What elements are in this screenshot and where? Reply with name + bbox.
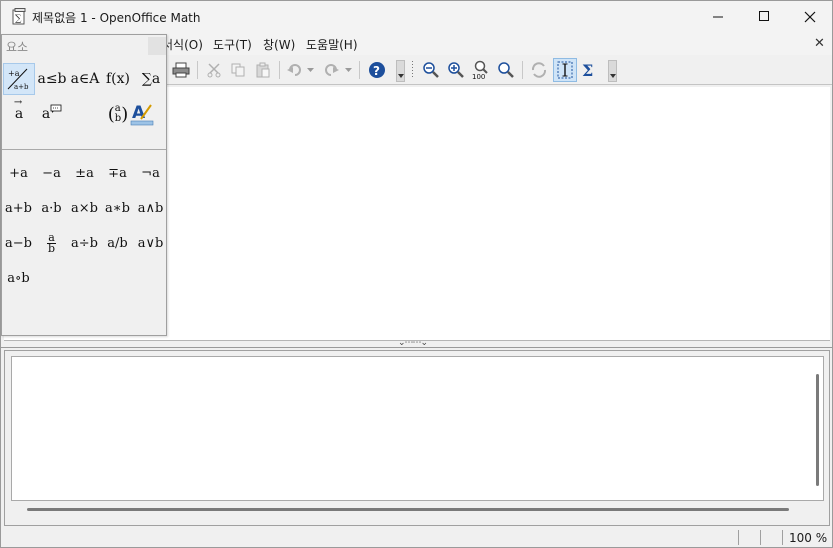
element-addition[interactable]: a+b <box>2 193 35 223</box>
element-multiplication[interactable]: a×b <box>68 193 101 223</box>
elements-panel-header[interactable]: 요소 <box>2 35 166 57</box>
element-plus-minus[interactable]: ±a <box>68 158 101 188</box>
fraction-denominator: b <box>47 241 56 255</box>
zoom-out-icon[interactable] <box>421 60 441 80</box>
svg-text:+a: +a <box>8 69 20 78</box>
zoom-in-icon[interactable] <box>446 60 466 80</box>
toolbar-grip[interactable] <box>412 61 413 79</box>
element-dot-product[interactable]: a·b <box>35 193 68 223</box>
copy-icon[interactable] <box>228 60 248 80</box>
elements-panel-title: 요소 <box>6 40 29 54</box>
element-negative[interactable]: −a <box>35 158 68 188</box>
toolbar-separator <box>279 61 280 79</box>
element-division[interactable]: a÷b <box>68 228 101 258</box>
formula-cursor-icon[interactable] <box>553 58 577 82</box>
pane-splitter[interactable]: ⌄⋯⋯⌄ <box>1 338 832 348</box>
update-icon[interactable] <box>529 60 549 80</box>
symbols-icon[interactable]: Σ <box>579 60 599 80</box>
elements-panel-divider <box>2 149 166 150</box>
math-document-icon: ∑ <box>12 8 26 25</box>
category-unary-binary-operators[interactable]: +a a+b <box>3 63 35 95</box>
toolbar-options-dropdown-2[interactable] <box>608 60 617 82</box>
print-icon[interactable] <box>171 60 191 80</box>
toolbar-separator <box>197 61 198 79</box>
minimize-button[interactable] <box>695 1 741 32</box>
vector-arrow-icon: → <box>13 97 23 108</box>
unary-binary-operators-icon: +a a+b <box>7 68 29 91</box>
menu-window[interactable]: 창(W) <box>263 36 295 53</box>
formats-icon: A <box>130 103 154 126</box>
status-separator <box>760 530 761 545</box>
element-fraction[interactable]: a b <box>35 228 68 258</box>
close-window-button[interactable] <box>787 1 833 32</box>
speech-bubble-icon <box>50 104 62 113</box>
maximize-button[interactable] <box>741 1 787 32</box>
svg-text:∑: ∑ <box>15 14 22 24</box>
element-asterisk[interactable]: a∗b <box>101 193 134 223</box>
toolbar-separator <box>522 61 523 79</box>
attributes-letter: a <box>41 106 51 122</box>
svg-text:A: A <box>132 103 146 123</box>
redo-icon[interactable] <box>321 60 341 80</box>
status-separator <box>782 530 783 545</box>
element-concatenation[interactable]: a∘b <box>2 263 35 293</box>
element-positive[interactable]: +a <box>2 158 35 188</box>
help-icon[interactable]: ? <box>367 60 387 80</box>
maximize-icon <box>758 11 769 21</box>
zoom-100-icon[interactable]: 100 <box>471 60 491 80</box>
element-slash[interactable]: a/b <box>101 228 134 258</box>
category-attributes-vector[interactable]: → a <box>3 97 35 130</box>
app-window: ∑ 제목없음 1 - OpenOffice Math 서식(O) 도구(T) 창… <box>0 0 833 548</box>
elements-panel: 요소 +a a+b a≤b a∈A f(x) ∑a → a a (a b) … <box>1 34 167 336</box>
status-zoom[interactable]: 100 % <box>789 531 827 545</box>
category-formats[interactable]: A <box>126 98 158 130</box>
minimize-icon <box>712 16 723 18</box>
status-separator <box>738 530 739 545</box>
horizontal-scrollbar[interactable] <box>27 508 789 511</box>
commands-window <box>4 350 830 526</box>
close-document-icon[interactable]: ✕ <box>814 36 825 51</box>
category-operators[interactable]: ∑a <box>135 63 167 95</box>
element-subtraction[interactable]: a−b <box>2 228 35 258</box>
redo-dropdown-icon[interactable] <box>343 60 353 80</box>
category-relations[interactable]: a≤b <box>36 63 68 95</box>
commands-editor[interactable] <box>11 356 824 501</box>
splitter-grip-icon[interactable]: ⌄⋯⋯⌄ <box>398 338 428 348</box>
element-boolean-and[interactable]: a∧b <box>134 193 167 223</box>
window-title: 제목없음 1 - OpenOffice Math <box>32 11 201 25</box>
category-functions[interactable]: f(x) <box>102 63 134 95</box>
menu-format[interactable]: 서식(O) <box>162 36 203 53</box>
elements-panel-title-end <box>148 37 166 55</box>
zoom-100-label: 100 <box>472 73 485 80</box>
svg-text:a+b: a+b <box>14 83 29 91</box>
element-boolean-or[interactable]: a∨b <box>134 228 167 258</box>
show-all-icon[interactable] <box>496 60 516 80</box>
status-bar: 100 % <box>1 528 832 547</box>
element-boolean-not[interactable]: ¬a <box>134 158 167 188</box>
vertical-scrollbar[interactable] <box>816 374 819 486</box>
category-attributes[interactable]: a <box>36 98 68 130</box>
close-icon <box>804 11 816 22</box>
element-minus-plus[interactable]: ∓a <box>101 158 134 188</box>
menu-tools[interactable]: 도구(T) <box>213 36 252 53</box>
cut-icon[interactable] <box>204 60 224 80</box>
title-bar: ∑ 제목없음 1 - OpenOffice Math <box>1 1 832 32</box>
undo-dropdown-icon[interactable] <box>305 60 315 80</box>
undo-icon[interactable] <box>285 60 305 80</box>
vector-letter: a <box>14 106 24 122</box>
svg-text:Σ: Σ <box>582 61 593 79</box>
toolbar-separator <box>359 61 360 79</box>
paste-icon[interactable] <box>253 60 273 80</box>
menu-help[interactable]: 도움말(H) <box>306 36 358 53</box>
category-set-operations[interactable]: a∈A <box>69 63 101 95</box>
svg-text:?: ? <box>373 64 380 78</box>
toolbar-options-dropdown[interactable] <box>396 60 405 82</box>
